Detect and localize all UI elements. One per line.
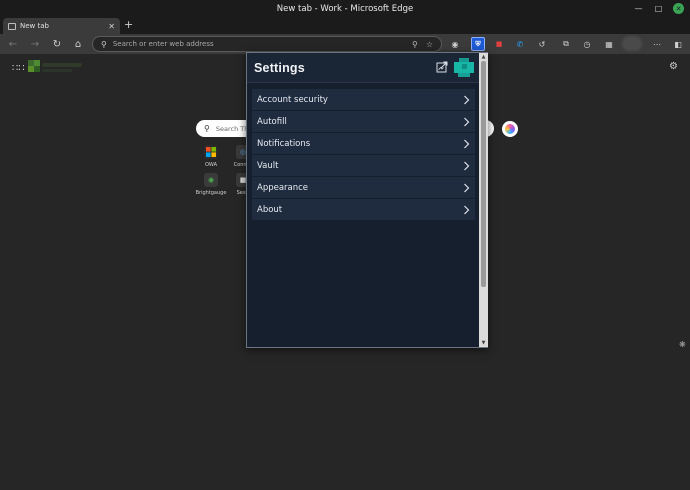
address-bar[interactable]: ⚲ Search or enter web address ⚲ ☆	[92, 36, 442, 52]
tab-page-icon	[8, 22, 16, 30]
settings-item-label: Autofill	[257, 116, 287, 127]
tab-strip: New tab ✕ +	[0, 17, 690, 34]
toolbar: ← → ↻ ⌂ ⚲ Search or enter web address ⚲ …	[0, 34, 690, 54]
org-logo	[28, 60, 82, 74]
sidebar-toggle-icon[interactable]: ◧	[671, 37, 685, 51]
window-controls: — □ ✕	[633, 3, 684, 14]
home-icon[interactable]: ⌂	[71, 37, 85, 51]
red-extension-icon[interactable]: ■	[492, 37, 506, 51]
search-icon: ⚲	[101, 39, 107, 49]
brightgauge-icon: ◉	[204, 173, 218, 187]
favorite-star-icon[interactable]: ☆	[426, 40, 433, 49]
split-screen-icon[interactable]: ⧉	[559, 37, 573, 51]
chevron-right-icon	[464, 161, 470, 171]
settings-item-label: Appearance	[257, 182, 309, 193]
phone-icon[interactable]: ✆	[513, 37, 527, 51]
incognito-glasses-icon[interactable]: ◉	[448, 37, 462, 51]
history-icon[interactable]: ◷	[580, 37, 594, 51]
new-tab-plus-icon[interactable]: +	[124, 18, 133, 31]
chevron-right-icon	[464, 139, 470, 149]
zoom-search-icon[interactable]: ⚲	[412, 40, 418, 49]
quick-link-label: OWA	[204, 162, 218, 168]
window-title: New tab - Work - Microsoft Edge	[276, 3, 414, 14]
quick-link-brightgauge[interactable]: ◉ Brightgauge	[194, 173, 228, 196]
settings-item-appearance[interactable]: Appearance	[252, 177, 475, 199]
refresh-icon[interactable]: ↻	[50, 37, 64, 51]
scroll-down-arrow-icon[interactable]: ▼	[479, 340, 488, 346]
tab-new-tab[interactable]: New tab ✕	[3, 18, 120, 34]
bitwarden-settings-popup: Settings Account security Autofill Notif…	[246, 52, 488, 348]
apps-grid-icon[interactable]: ∷∷	[12, 63, 25, 74]
popup-title: Settings	[254, 60, 305, 75]
refresh-extension-icon[interactable]: ↺	[535, 37, 549, 51]
collections-icon[interactable]: ▦	[602, 37, 616, 51]
browser-window: New tab - Work - Microsoft Edge — □ ✕ Ne…	[0, 0, 690, 490]
bitwarden-shield-icon[interactable]: ⛨	[471, 37, 485, 51]
title-bar: New tab - Work - Microsoft Edge — □ ✕	[0, 0, 690, 17]
tab-label: New tab	[20, 22, 49, 30]
chevron-right-icon	[464, 95, 470, 105]
scrollbar-thumb[interactable]	[481, 61, 486, 287]
back-arrow-icon[interactable]: ←	[6, 37, 20, 51]
settings-item-notifications[interactable]: Notifications	[252, 133, 475, 155]
microsoft-logo-icon	[204, 145, 218, 159]
settings-item-vault[interactable]: Vault	[252, 155, 475, 177]
maximize-icon[interactable]: □	[653, 3, 664, 14]
close-window-icon[interactable]: ✕	[673, 3, 684, 14]
settings-list: Account security Autofill Notifications …	[252, 89, 475, 221]
minimize-icon[interactable]: —	[633, 3, 644, 14]
settings-item-label: About	[257, 204, 283, 215]
scroll-up-arrow-icon[interactable]: ▲	[479, 54, 488, 60]
settings-item-label: Account security	[257, 94, 328, 105]
side-feedback-icon[interactable]: ❋	[679, 340, 686, 349]
popout-window-icon[interactable]	[436, 61, 448, 73]
chevron-right-icon	[464, 117, 470, 127]
forward-arrow-icon[interactable]: →	[28, 37, 42, 51]
settings-item-label: Notifications	[257, 138, 311, 149]
account-avatar[interactable]	[453, 58, 475, 78]
tab-close-icon[interactable]: ✕	[108, 22, 115, 31]
settings-item-about[interactable]: About	[252, 199, 475, 221]
more-menu-icon[interactable]: ⋯	[650, 37, 664, 51]
quick-link-label: Brightgauge	[195, 190, 227, 196]
profile-avatar[interactable]	[622, 36, 642, 51]
popup-scrollbar[interactable]: ▲ ▼	[479, 53, 488, 347]
chevron-right-icon	[464, 183, 470, 193]
settings-item-autofill[interactable]: Autofill	[252, 111, 475, 133]
settings-item-account-security[interactable]: Account security	[252, 89, 475, 111]
address-input[interactable]: Search or enter web address	[113, 40, 404, 48]
popup-header: Settings	[247, 53, 487, 83]
chevron-right-icon	[464, 205, 470, 215]
quick-link-owa[interactable]: OWA	[194, 145, 228, 168]
settings-item-label: Vault	[257, 160, 279, 171]
web-search-placeholder: Search Th	[215, 124, 249, 133]
search-icon: ⚲	[204, 124, 210, 133]
page-settings-gear-icon[interactable]: ⚙	[669, 61, 678, 72]
copilot-icon[interactable]	[502, 121, 518, 137]
